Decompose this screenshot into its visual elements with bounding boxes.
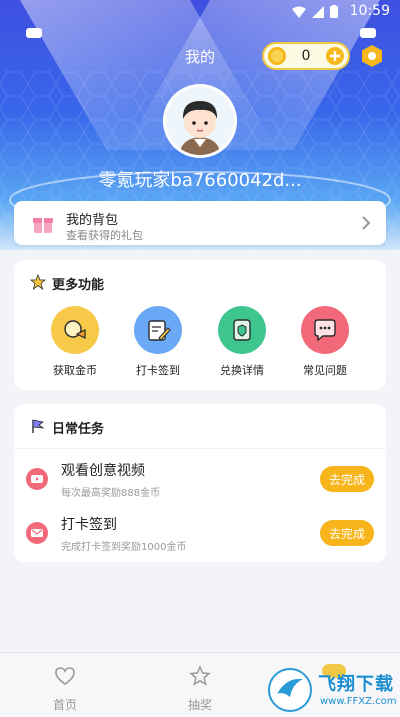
task-row: 打卡签到 完成打卡签到奖励1000金币 去完成 [14, 508, 386, 560]
status-time: 10:59 [349, 3, 390, 19]
watermark-logo-icon [268, 668, 312, 712]
status-bar: 10:59 [0, 0, 400, 24]
more-functions-card: 更多功能 获取金币 打卡签到 兑换详情 常见问题 [14, 260, 386, 390]
feature-label: 打卡签到 [136, 364, 180, 377]
bag-title: 我的背包 [66, 213, 119, 228]
watermark-url: www.FFXZ.com [320, 696, 397, 707]
spotlight-icon [26, 28, 42, 38]
checkin-pen-icon [134, 306, 182, 354]
task-description: 每次最高奖励888金币 [61, 488, 161, 499]
coin-hand-icon [51, 306, 99, 354]
star-icon [30, 274, 46, 290]
watermark: 飞翔下载 www.FFXZ.com [268, 668, 397, 714]
add-coin-icon[interactable] [325, 46, 345, 66]
exchange-card-icon [218, 306, 266, 354]
task-row: 观看创意视频 每次最高奖励888金币 去完成 [14, 454, 386, 506]
gift-icon [33, 218, 53, 233]
video-icon [26, 468, 48, 490]
feature-exchange-details[interactable]: 兑换详情 [206, 306, 278, 378]
my-bag-row[interactable]: 我的背包 查看获得的礼包 [14, 201, 386, 245]
flag-icon [32, 419, 45, 433]
coin-count: 0 [301, 48, 311, 64]
daily-tasks-card: 日常任务 观看创意视频 每次最高奖励888金币 去完成 打卡签到 完成打卡签到奖… [14, 404, 386, 562]
daily-tasks-title: 日常任务 [52, 422, 105, 437]
task-complete-button[interactable]: 去完成 [320, 520, 374, 546]
heart-icon [55, 667, 75, 685]
more-functions-title: 更多功能 [52, 278, 105, 293]
tab-lottery[interactable]: 抽奖 [170, 665, 230, 713]
divider [14, 448, 386, 449]
username: 零氪玩家ba7660042d... [98, 170, 302, 191]
bag-subtitle: 查看获得的礼包 [66, 229, 143, 242]
star-outline-icon [189, 665, 211, 686]
envelope-icon [26, 522, 48, 544]
task-name: 观看创意视频 [61, 463, 145, 479]
tab-label: 抽奖 [187, 698, 212, 712]
wifi-icon [292, 6, 306, 18]
watermark-text: 飞翔下载 [318, 674, 394, 695]
avatar-boy-icon [166, 87, 234, 155]
feature-get-coins[interactable]: 获取金币 [39, 306, 111, 378]
chevron-right-icon [362, 216, 371, 230]
settings-hex-icon[interactable] [360, 44, 384, 68]
feature-label: 兑换详情 [220, 364, 264, 377]
task-name: 打卡签到 [61, 517, 117, 533]
feature-label: 获取金币 [53, 364, 97, 377]
chat-bubble-icon [301, 306, 349, 354]
coin-icon [268, 47, 286, 65]
feature-label: 常见问题 [303, 364, 347, 377]
spotlight-icon [360, 28, 376, 38]
battery-icon [330, 5, 338, 18]
task-complete-button[interactable]: 去完成 [320, 466, 374, 492]
tab-home[interactable]: 首页 [35, 665, 95, 713]
signal-icon [312, 5, 324, 18]
task-description: 完成打卡签到奖励1000金币 [61, 542, 187, 553]
feature-check-in[interactable]: 打卡签到 [122, 306, 194, 378]
avatar[interactable] [163, 84, 237, 158]
feature-faq[interactable]: 常见问题 [289, 306, 361, 378]
tab-label: 首页 [52, 698, 77, 712]
coin-balance[interactable]: 0 [262, 42, 350, 70]
